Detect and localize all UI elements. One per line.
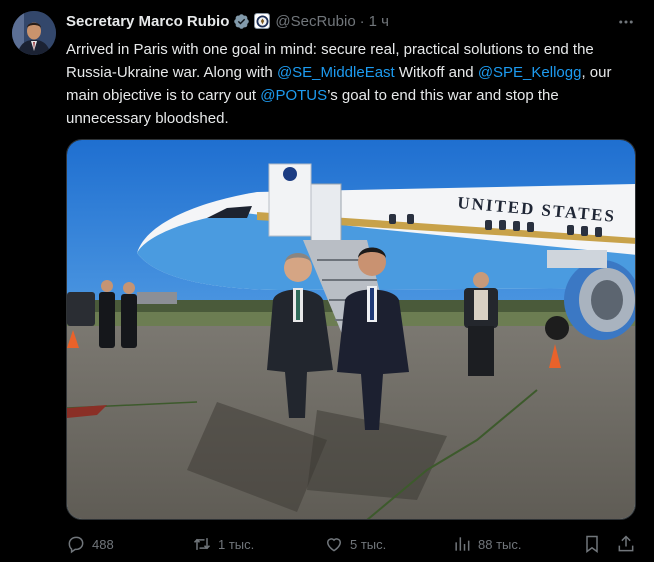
more-options-icon[interactable]: [616, 12, 636, 32]
bookmark-icon: [586, 535, 598, 553]
repost-button[interactable]: 1 тыс.: [192, 532, 254, 556]
views-button[interactable]: 88 тыс.: [452, 532, 521, 556]
author-handle[interactable]: @SecRubio: [275, 13, 355, 30]
mention-link[interactable]: @SE_MiddleEast: [277, 64, 395, 81]
bookmark-button[interactable]: [582, 532, 608, 556]
timestamp[interactable]: 1 ч: [369, 13, 389, 30]
state-department-seal-icon[interactable]: [254, 13, 271, 29]
reply-button[interactable]: 488: [66, 532, 114, 556]
share-button[interactable]: [616, 532, 642, 556]
header-separator: ·: [359, 12, 365, 30]
verified-badge-icon[interactable]: [233, 13, 250, 30]
mention-link[interactable]: @POTUS: [260, 87, 327, 104]
share-icon: [618, 535, 634, 552]
views-chart-icon: [455, 537, 470, 551]
tweet-header: Secretary Marco Rubio @SecRubio · 1 ч: [66, 11, 389, 31]
reply-count: 488: [92, 536, 114, 552]
repost-icon: [193, 538, 211, 550]
reply-icon: [68, 536, 84, 554]
mention-link[interactable]: @SPE_Kellogg: [478, 64, 582, 81]
tweet-actions: 488 1 тыс. 5 тыс. 88 тыс.: [66, 532, 642, 556]
tweet-photo[interactable]: UNITED STATES: [66, 139, 636, 520]
heart-icon: [326, 538, 342, 552]
display-name[interactable]: Secretary Marco Rubio: [66, 13, 229, 30]
tweet[interactable]: Secretary Marco Rubio @SecRubio · 1 ч Ar…: [0, 0, 654, 562]
repost-count: 1 тыс.: [218, 536, 255, 552]
tweet-text: Arrived in Paris with one goal in mind: …: [66, 38, 642, 130]
like-button[interactable]: 5 тыс.: [324, 532, 386, 556]
like-count: 5 тыс.: [350, 536, 387, 552]
avatar[interactable]: [12, 11, 56, 55]
tweet-text-segment: Witkoff and: [394, 64, 478, 81]
views-count: 88 тыс.: [478, 536, 522, 552]
